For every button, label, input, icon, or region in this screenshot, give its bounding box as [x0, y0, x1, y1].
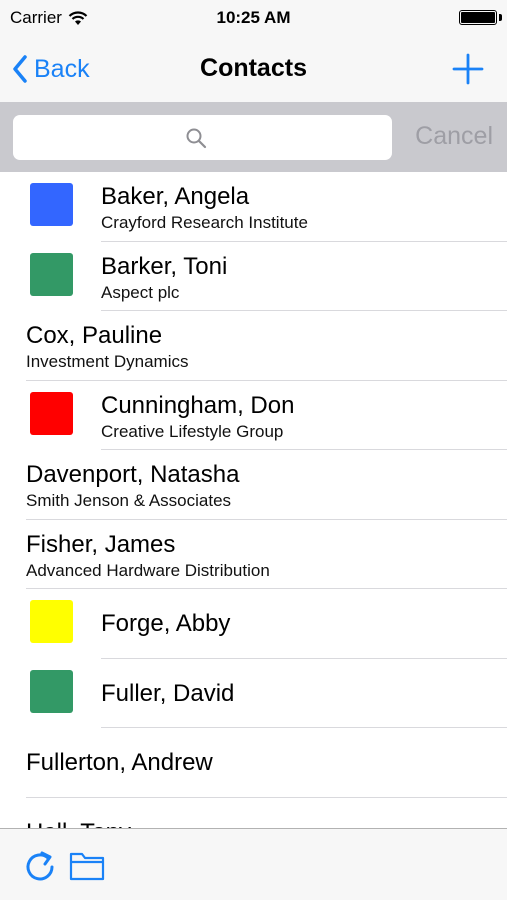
contact-row[interactable]: Cox, Pauline Investment Dynamics — [0, 311, 507, 381]
status-bar: Carrier 10:25 AM — [0, 0, 507, 36]
contact-company: Investment Dynamics — [26, 352, 189, 371]
contact-text: Barker, Toni Aspect plc — [101, 252, 227, 304]
add-contact-button[interactable] — [451, 52, 485, 86]
contact-color-swatch — [30, 600, 73, 643]
contact-row[interactable]: Fuller, David — [0, 659, 507, 728]
contact-row[interactable]: Barker, Toni Aspect plc — [0, 242, 507, 311]
contact-row[interactable]: Baker, Angela Crayford Research Institute — [0, 172, 507, 242]
search-bar: Cancel — [0, 102, 507, 172]
contact-name: Fullerton, Andrew — [26, 749, 213, 776]
contact-text: Fullerton, Andrew — [26, 748, 213, 778]
contact-name: Forge, Abby — [101, 610, 231, 637]
contact-text: Davenport, Natasha Smith Jenson & Associa… — [26, 460, 239, 512]
contact-row[interactable]: Cunningham, Don Creative Lifestyle Group — [0, 381, 507, 450]
contact-color-swatch — [30, 669, 73, 713]
refresh-icon — [26, 851, 54, 881]
battery-cap — [499, 14, 502, 21]
back-button[interactable]: Back — [12, 52, 90, 86]
contact-name: Baker, Angela — [101, 183, 250, 210]
contact-company: Smith Jenson & Associates — [26, 491, 232, 510]
back-button-label: Back — [34, 54, 90, 83]
contact-row[interactable]: Fullerton, Andrew — [0, 728, 507, 798]
folder-icon — [69, 852, 105, 881]
contact-name: Fuller, David — [101, 679, 235, 707]
contact-text: Fuller, David — [101, 679, 234, 709]
cancel-button[interactable]: Cancel — [415, 122, 493, 151]
contact-company: Advanced Hardware Distribution — [26, 560, 270, 580]
contact-row[interactable]: Davenport, Natasha Smith Jenson & Associa… — [0, 450, 507, 520]
contact-row[interactable]: Hall, Tony — [0, 798, 507, 829]
contact-text: Baker, Angela Crayford Research Institute — [101, 182, 308, 234]
contact-name: Davenport, Natasha — [26, 461, 240, 488]
contact-company: Aspect plc — [101, 282, 180, 302]
navigation-bar: Back Contacts — [0, 36, 507, 102]
contact-name: Hall, Tony — [26, 818, 131, 829]
folder-button[interactable] — [69, 850, 105, 882]
contact-text: Cox, Pauline Investment Dynamics — [26, 321, 189, 373]
contact-list: Baker, Angela Crayford Research Institute… — [0, 172, 507, 828]
contact-row[interactable]: Forge, Abby — [0, 589, 507, 659]
contact-text: Hall, Tony — [26, 818, 131, 829]
battery-icon — [459, 10, 497, 25]
bottom-toolbar — [0, 828, 507, 900]
contact-color-swatch — [30, 391, 73, 435]
contact-text: Fisher, James Advanced Hardware Distribut… — [26, 530, 270, 582]
chevron-left-icon — [13, 55, 27, 83]
contact-name: Cox, Pauline — [26, 322, 163, 349]
refresh-button[interactable] — [23, 849, 57, 883]
contact-name: Barker, Toni — [101, 252, 228, 280]
plus-icon — [452, 53, 484, 85]
battery-level — [461, 12, 495, 23]
clock: 10:25 AM — [216, 8, 291, 27]
contact-text: Cunningham, Don Creative Lifestyle Group — [101, 391, 294, 443]
contact-name: Fisher, James — [26, 530, 176, 558]
contact-row[interactable]: Fisher, James Advanced Hardware Distribut… — [0, 520, 507, 589]
contact-text: Forge, Abby — [101, 609, 230, 639]
contact-color-swatch — [30, 183, 73, 226]
contact-name: Cunningham, Don — [101, 391, 295, 419]
contact-company: Creative Lifestyle Group — [101, 421, 284, 441]
contact-company: Crayford Research Institute — [101, 213, 308, 232]
contact-color-swatch — [30, 252, 73, 296]
search-input[interactable] — [13, 115, 392, 160]
